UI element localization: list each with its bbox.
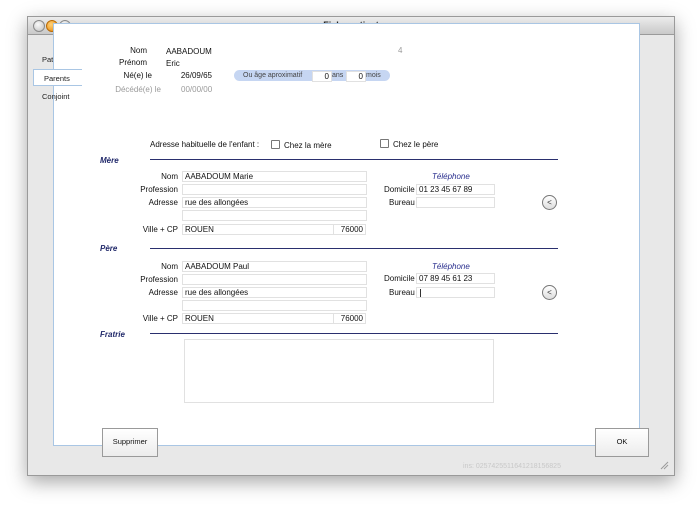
mere-profession-label: Profession: [140, 185, 178, 194]
ans-label: ans: [332, 72, 344, 79]
nom-label: Nom: [130, 46, 147, 55]
resize-grip-icon[interactable]: [659, 460, 669, 470]
pere-ville-label: Ville + CP: [142, 314, 178, 323]
pere-nom-field[interactable]: AABADOUM Paul: [182, 261, 367, 272]
pere-nom-label: Nom: [161, 262, 178, 271]
ok-button[interactable]: OK: [595, 428, 649, 457]
pere-telephone-heading: Téléphone: [432, 262, 470, 271]
mere-adresse-field[interactable]: rue des allongées: [182, 197, 367, 208]
chez-mere-checkbox[interactable]: [271, 140, 280, 149]
pere-profession-label: Profession: [140, 275, 178, 284]
prenom-field[interactable]: Eric: [163, 58, 352, 69]
pere-adresse-label: Adresse: [148, 288, 178, 297]
pere-adresse-field[interactable]: rue des allongées: [182, 287, 367, 298]
mere-ville-label: Ville + CP: [142, 225, 178, 234]
pere-section-rule: [150, 248, 558, 249]
mere-section-rule: [150, 159, 558, 160]
fratrie-section-rule: [150, 333, 558, 334]
pere-bureau-label: Bureau: [389, 288, 415, 297]
pere-cp-field[interactable]: 76000: [333, 313, 366, 324]
mere-section-title: Mère: [100, 156, 119, 165]
pere-profession-field[interactable]: [182, 274, 367, 285]
mere-domicile-field[interactable]: 01 23 45 67 89: [416, 184, 495, 195]
prenom-label: Prénom: [118, 58, 147, 67]
nom-field[interactable]: AABADOUM: [163, 46, 352, 57]
mere-copy-button[interactable]: <: [542, 195, 557, 210]
mere-ville-field[interactable]: ROUEN: [182, 224, 334, 235]
pere-section-title: Père: [100, 244, 118, 253]
mere-domicile-label: Domicile: [384, 185, 415, 194]
fratrie-section-title: Fratrie: [100, 330, 125, 339]
pere-copy-button[interactable]: <: [542, 285, 557, 300]
adresse-habituelle-label: Adresse habituelle de l'enfant :: [150, 140, 260, 149]
fratrie-textarea[interactable]: [184, 339, 494, 403]
chez-pere-checkbox[interactable]: [380, 139, 389, 148]
age-approx-label: Ou âge aproximatif: [243, 72, 303, 79]
mere-nom-field[interactable]: AABADOUM Marie: [182, 171, 367, 182]
mere-profession-field[interactable]: [182, 184, 367, 195]
chez-pere-label[interactable]: Chez le père: [393, 140, 438, 149]
nee-field[interactable]: 26/09/65: [163, 70, 215, 81]
pere-adresse2-field[interactable]: [182, 300, 367, 311]
mere-telephone-heading: Téléphone: [432, 172, 470, 181]
age-mois-field[interactable]: 0: [346, 71, 366, 82]
chez-mere-label[interactable]: Chez la mère: [284, 141, 332, 150]
pere-bureau-field[interactable]: [416, 287, 495, 298]
age-ans-field[interactable]: 0: [312, 71, 332, 82]
mere-bureau-field[interactable]: [416, 197, 495, 208]
pere-ville-field[interactable]: ROUEN: [182, 313, 334, 324]
tab-conjoint[interactable]: Conjoint: [32, 88, 80, 105]
nee-label: Né(e) le: [123, 71, 152, 80]
tab-parents[interactable]: Parents: [33, 69, 82, 86]
mere-cp-field[interactable]: 76000: [333, 224, 366, 235]
mere-adresse2-field[interactable]: [182, 210, 367, 221]
mere-adresse-label: Adresse: [148, 198, 178, 207]
decede-label: Décédé(e) le: [115, 85, 161, 94]
pere-domicile-field[interactable]: 07 89 45 61 23: [416, 273, 495, 284]
mere-bureau-label: Bureau: [389, 198, 415, 207]
text-cursor: [420, 288, 421, 297]
ins-number: ins: 0257425511641218156825: [463, 463, 561, 470]
pere-domicile-label: Domicile: [384, 274, 415, 283]
mere-nom-label: Nom: [161, 172, 178, 181]
decede-field[interactable]: 00/00/00: [181, 85, 212, 94]
mois-label: mois: [366, 72, 381, 79]
supprimer-button[interactable]: Supprimer: [102, 428, 158, 457]
record-counter: 4: [398, 46, 403, 55]
